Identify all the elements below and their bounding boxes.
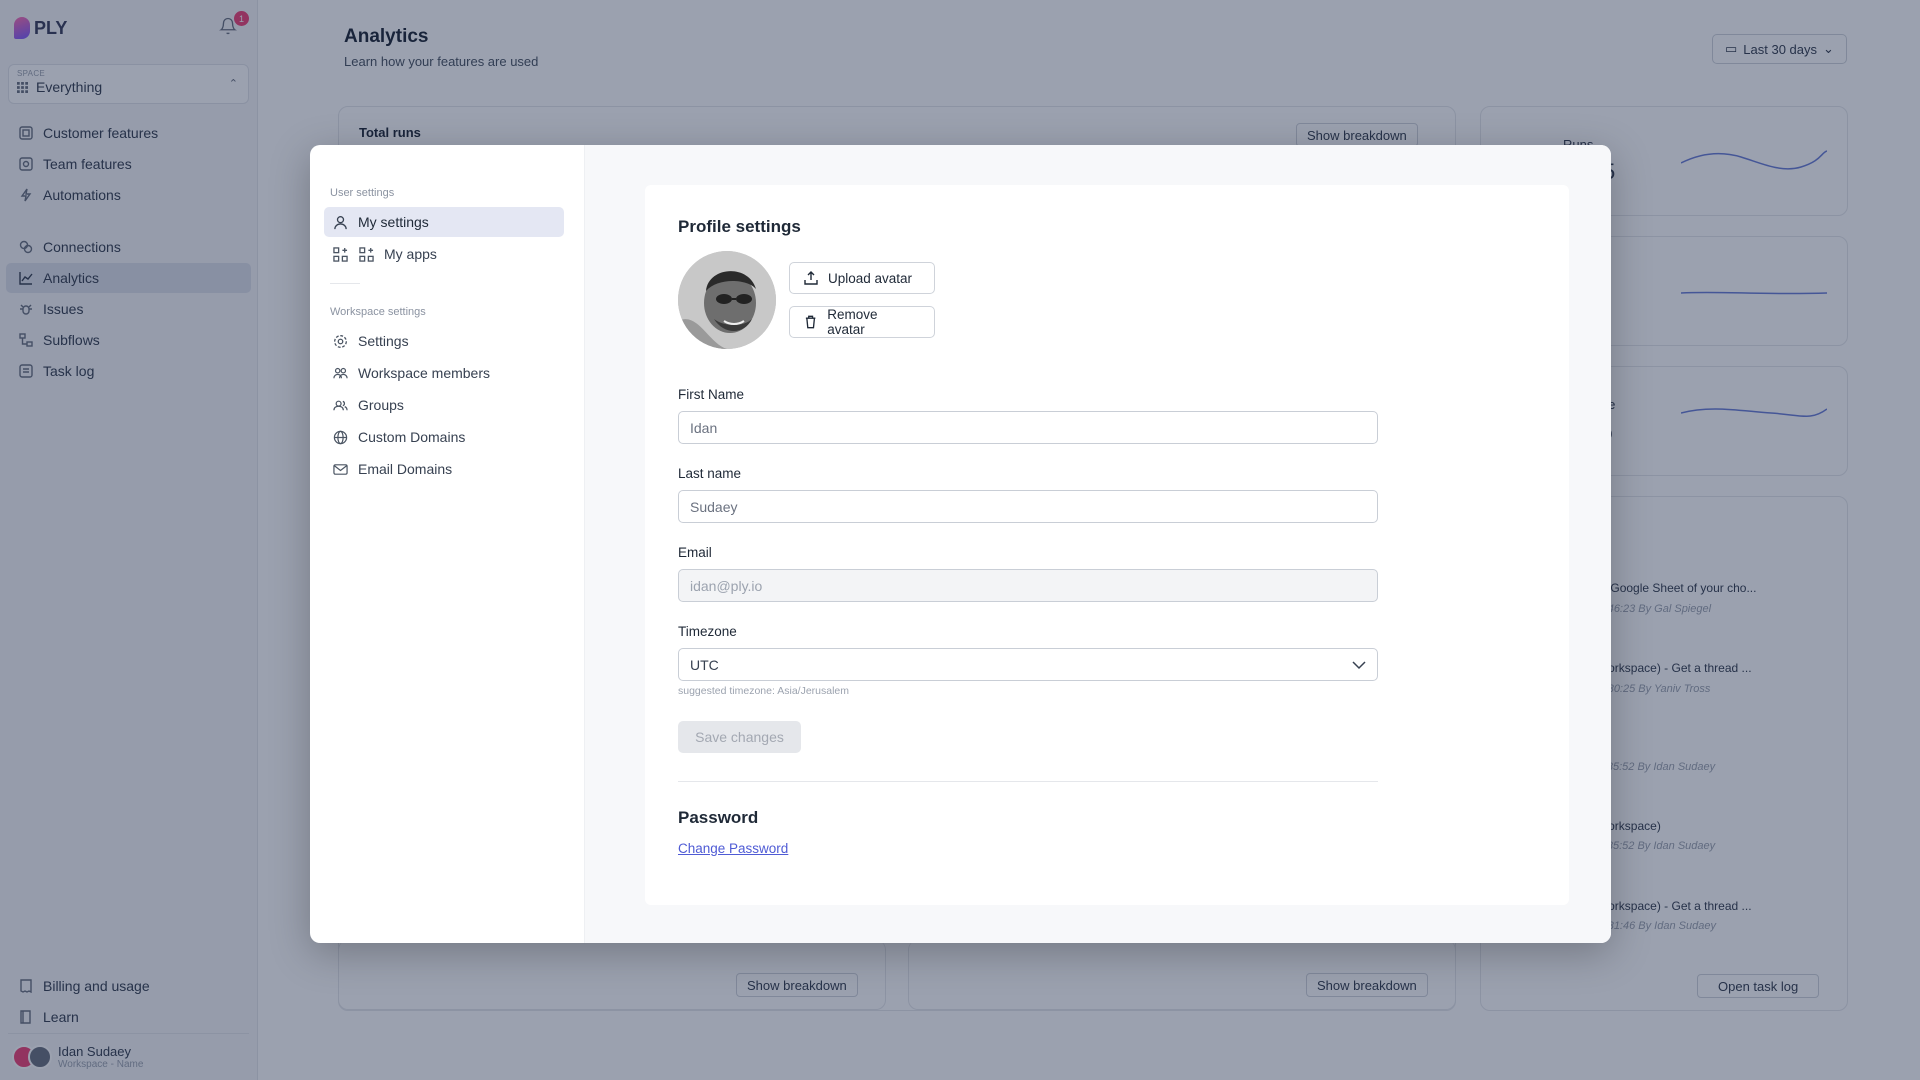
settings-item-groups[interactable]: Groups — [324, 390, 564, 420]
settings-item-custom-domains[interactable]: Custom Domains — [324, 422, 564, 452]
first-name-input[interactable]: Idan — [678, 411, 1378, 444]
email-value: idan@ply.io — [690, 577, 763, 594]
settings-item-label: Custom Domains — [358, 429, 466, 445]
settings-item-label: Groups — [358, 397, 404, 413]
section-divider — [678, 781, 1378, 782]
upload-avatar-button[interactable]: Upload avatar — [789, 262, 935, 294]
settings-item-my-apps[interactable]: My apps — [324, 239, 564, 269]
save-changes-button[interactable]: Save changes — [678, 721, 801, 753]
email-label: Email — [678, 545, 712, 560]
change-password-link[interactable]: Change Password — [678, 841, 788, 856]
section-divider — [330, 283, 360, 284]
profile-settings-panel: Profile settings Upload avatar Remove av… — [645, 185, 1569, 905]
timezone-label: Timezone — [678, 624, 737, 639]
chevron-down-icon — [1352, 660, 1366, 669]
remove-avatar-label: Remove avatar — [827, 307, 878, 337]
user-icon — [332, 214, 348, 230]
settings-item-email-domains[interactable]: Email Domains — [324, 454, 564, 484]
settings-item-label: Workspace members — [358, 365, 491, 381]
globe-icon — [332, 429, 348, 445]
mail-icon — [332, 461, 348, 477]
user-settings-heading: User settings — [330, 187, 395, 199]
settings-item-label: My settings — [358, 214, 429, 230]
profile-settings-title: Profile settings — [678, 217, 801, 236]
upload-avatar-label: Upload avatar — [828, 270, 913, 286]
settings-item-settings[interactable]: Settings — [324, 326, 564, 356]
remove-avatar-button[interactable]: Remove avatar — [789, 306, 935, 338]
avatar-actions: Upload avatar Remove avatar — [789, 262, 935, 338]
settings-item-label: Settings — [358, 333, 409, 349]
settings-modal: User settings My settings My apps Worksp… — [310, 145, 1611, 943]
avatar-row: Upload avatar Remove avatar — [678, 251, 1536, 349]
apps-icon — [358, 246, 374, 262]
password-title: Password — [678, 808, 759, 827]
timezone-select[interactable]: UTC — [678, 648, 1378, 681]
settings-item-workspace-members[interactable]: Workspace members — [324, 358, 564, 388]
settings-content: Profile settings Upload avatar Remove av… — [585, 145, 1611, 943]
settings-item-my-settings[interactable]: My settings — [324, 207, 564, 237]
avatar — [678, 251, 776, 349]
apps-icon — [332, 246, 348, 262]
last-name-label: Last name — [678, 466, 742, 481]
groups-icon — [332, 397, 348, 413]
gear-icon — [332, 333, 348, 349]
timezone-value: UTC — [690, 656, 719, 673]
first-name-value: Idan — [690, 419, 718, 436]
settings-item-label: Email Domains — [358, 461, 453, 477]
upload-icon — [804, 271, 818, 285]
timezone-hint: suggested timezone: Asia/Jerusalem — [678, 685, 850, 697]
email-field: idan@ply.io — [678, 569, 1378, 602]
workspace-settings-heading: Workspace settings — [330, 306, 426, 318]
profile-photo-icon — [678, 251, 776, 349]
last-name-input[interactable]: Sudaey — [678, 490, 1378, 523]
members-icon — [332, 365, 348, 381]
first-name-label: First Name — [678, 387, 745, 402]
settings-item-label: My apps — [384, 246, 437, 262]
last-name-value: Sudaey — [690, 498, 738, 515]
settings-sidebar: User settings My settings My apps Worksp… — [310, 145, 585, 943]
trash-icon — [805, 315, 816, 329]
